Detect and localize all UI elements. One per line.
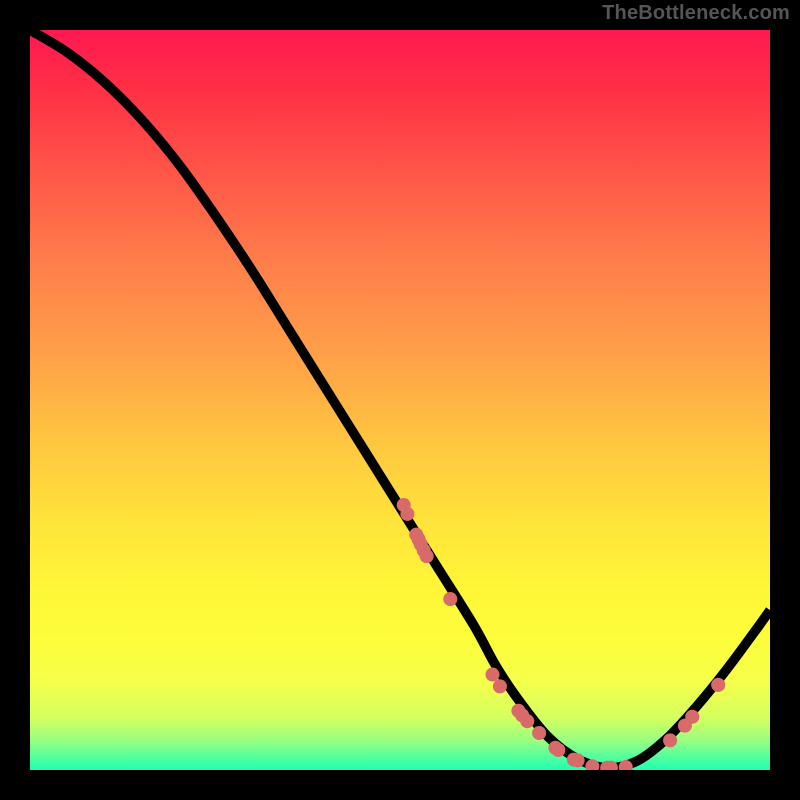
plot-area — [30, 30, 770, 770]
data-point — [420, 549, 434, 563]
data-point — [400, 507, 414, 521]
data-point — [532, 726, 546, 740]
chart-frame: TheBottleneck.com — [0, 0, 800, 800]
data-point — [663, 733, 677, 747]
watermark-text: TheBottleneck.com — [602, 2, 790, 25]
data-point — [571, 753, 585, 767]
data-point — [520, 714, 534, 728]
data-point — [711, 678, 725, 692]
chart-svg — [30, 30, 770, 770]
bottleneck-curve — [30, 30, 770, 768]
data-point — [493, 679, 507, 693]
data-point — [685, 710, 699, 724]
data-point — [551, 743, 565, 757]
data-point — [485, 668, 499, 682]
data-point — [443, 592, 457, 606]
